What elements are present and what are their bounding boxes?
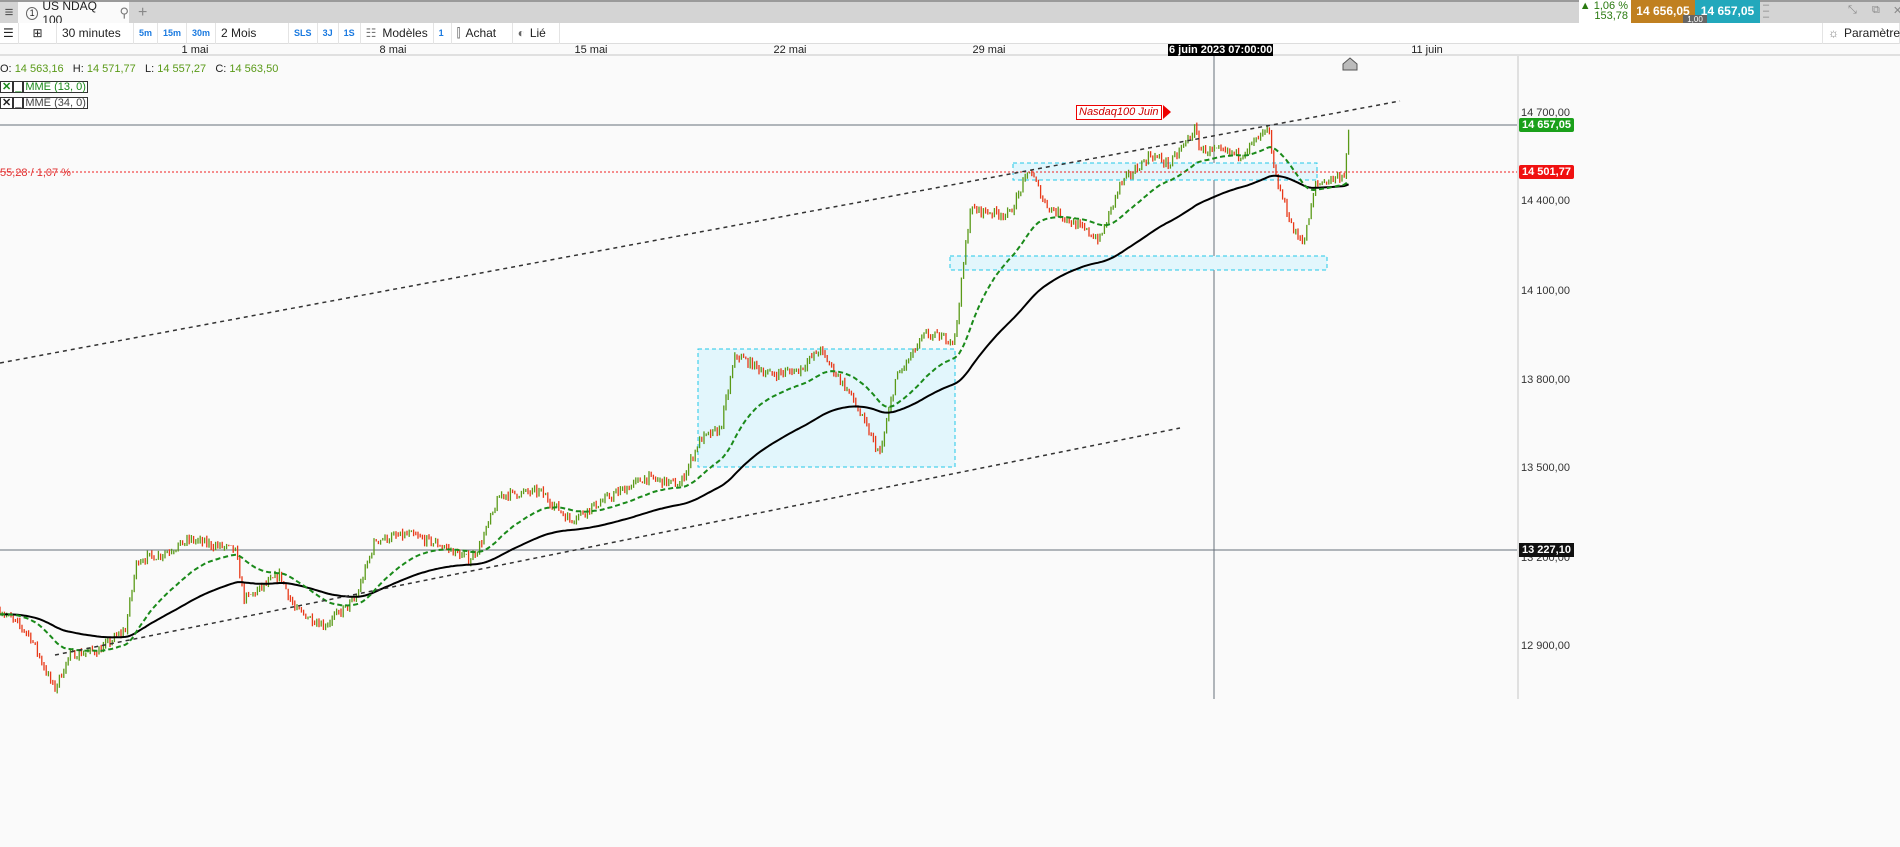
- interval-15m[interactable]: 15m: [158, 22, 188, 44]
- low-value: 14 557,27: [157, 63, 207, 75]
- sliders-icon: ☷: [365, 26, 377, 40]
- reference-line-label: 55,28 / 1,07 %: [0, 167, 71, 179]
- scroll-marker-icon[interactable]: [1342, 57, 1358, 71]
- x-tick: 29 mai: [972, 44, 1006, 56]
- remove-indicator-icon[interactable]: ✕: [0, 81, 14, 93]
- interval-30m[interactable]: 30m: [187, 22, 217, 44]
- y-tick: 14 400,00: [1521, 195, 1570, 207]
- price-chart[interactable]: [0, 56, 1517, 699]
- crosshair-price-tag: 13 227,10: [1519, 543, 1574, 557]
- last-price-tag: 14 657,05: [1519, 118, 1574, 132]
- consolidation-zone[interactable]: [697, 348, 956, 468]
- indicator-label[interactable]: MME (34, 0): [23, 97, 88, 109]
- high-value: 14 571,77: [86, 63, 136, 75]
- indicator-legend-ema34: ✕ _ MME (34, 0): [0, 97, 88, 109]
- x-tick: 15 mai: [574, 44, 608, 56]
- crosshair-time-label: 6 juin 2023 07:00:00: [1168, 44, 1274, 56]
- minimize-indicator-icon[interactable]: _: [13, 81, 24, 93]
- support-zone[interactable]: [949, 255, 1328, 271]
- close-value: 14 563,50: [229, 63, 279, 75]
- settings-button[interactable]: ☼ Paramètres: [1822, 22, 1900, 44]
- interval-5m[interactable]: 5m: [134, 22, 159, 44]
- tab-us-ndaq-100[interactable]: 1 US NDAQ 100 ⚲: [18, 0, 129, 27]
- one-button[interactable]: 1: [434, 22, 452, 44]
- drag-handle-icon[interactable]: ‒ ‒ ‒: [1763, 0, 1769, 23]
- gear-icon: ☼: [1828, 26, 1839, 40]
- change-display: ▲ 1,06 % 153,78: [1579, 0, 1631, 23]
- order-button[interactable]: ⫿ Achat: [452, 22, 513, 44]
- layout-icon[interactable]: ⊞: [19, 22, 57, 44]
- minimize-indicator-icon[interactable]: _: [13, 97, 24, 109]
- ohlc-readout: O: 14 563,16 H: 14 571,77 L: 14 557,27 C…: [0, 63, 278, 75]
- plus-icon[interactable]: +: [138, 4, 147, 22]
- remove-indicator-icon[interactable]: ✕: [0, 97, 14, 109]
- search-icon[interactable]: ⚲: [119, 5, 129, 21]
- indicator-legend-ema13: ✕ _ MME (13, 0): [0, 81, 88, 93]
- reference-price-tag: 14 501,77: [1519, 165, 1574, 179]
- time-axis: 1 mai 8 mai 15 mai 22 mai 29 mai 11 juin…: [0, 44, 1900, 56]
- candles-icon: ⫿: [456, 25, 461, 40]
- period-sls[interactable]: SLS: [289, 22, 318, 44]
- open-label: O:: [0, 63, 12, 75]
- ema-13-line: [0, 146, 1350, 652]
- linked-button[interactable]: ◐ Lié: [513, 22, 560, 44]
- x-tick: 1 mai: [181, 44, 209, 56]
- low-label: L:: [144, 63, 155, 75]
- close-label: C:: [215, 63, 227, 75]
- popout-icon[interactable]: ⧉: [1872, 4, 1880, 17]
- lower-channel-line[interactable]: [54, 427, 1181, 656]
- high-label: H:: [72, 63, 84, 75]
- link-icon: ◐: [517, 26, 525, 40]
- price-axis[interactable]: 14 700,00 14 400,00 14 100,00 13 800,00 …: [1517, 56, 1900, 699]
- y-tick: 13 500,00: [1521, 462, 1570, 474]
- chart-plot[interactable]: [0, 56, 1517, 699]
- order-label: Achat: [465, 26, 497, 40]
- hamburger-icon[interactable]: ≡: [0, 4, 18, 24]
- open-value: 14 563,16: [14, 63, 64, 75]
- x-tick: 11 juin: [1411, 44, 1443, 56]
- period-select[interactable]: 2 Mois: [216, 22, 290, 44]
- period-3j[interactable]: 3J: [318, 22, 339, 44]
- list-icon[interactable]: ☰: [0, 22, 19, 44]
- change-abs: 153,78: [1594, 10, 1628, 22]
- templates-label: Modèles: [382, 26, 428, 40]
- annotation-label[interactable]: Nasdaq100 Juin: [1076, 105, 1162, 120]
- period-1s[interactable]: 1S: [339, 22, 361, 44]
- linked-label: Lié: [529, 26, 546, 40]
- y-tick: 13 800,00: [1521, 374, 1570, 386]
- settings-label: Paramètres: [1844, 26, 1900, 40]
- annotation-arrow-icon: [1163, 105, 1171, 119]
- upper-channel-line[interactable]: [0, 100, 1401, 364]
- y-tick: 14 100,00: [1521, 285, 1570, 297]
- ema-34-line: [0, 174, 1350, 639]
- templates-button[interactable]: ☷ Modèles: [361, 22, 434, 44]
- toolbar: ☰ ⊞ 30 minutes 5m 15m 30m 2 Mois SLS 3J …: [0, 22, 1900, 44]
- interval-select[interactable]: 30 minutes: [57, 22, 134, 44]
- close-icon[interactable]: ✕: [1893, 4, 1900, 17]
- tab-number: 1: [26, 6, 39, 20]
- minimize-icon[interactable]: ⤡: [1848, 4, 1857, 17]
- indicator-label[interactable]: MME (13, 0): [23, 81, 88, 93]
- y-tick: 12 900,00: [1521, 640, 1570, 652]
- x-tick: 22 mai: [773, 44, 807, 56]
- x-tick: 8 mai: [379, 44, 407, 56]
